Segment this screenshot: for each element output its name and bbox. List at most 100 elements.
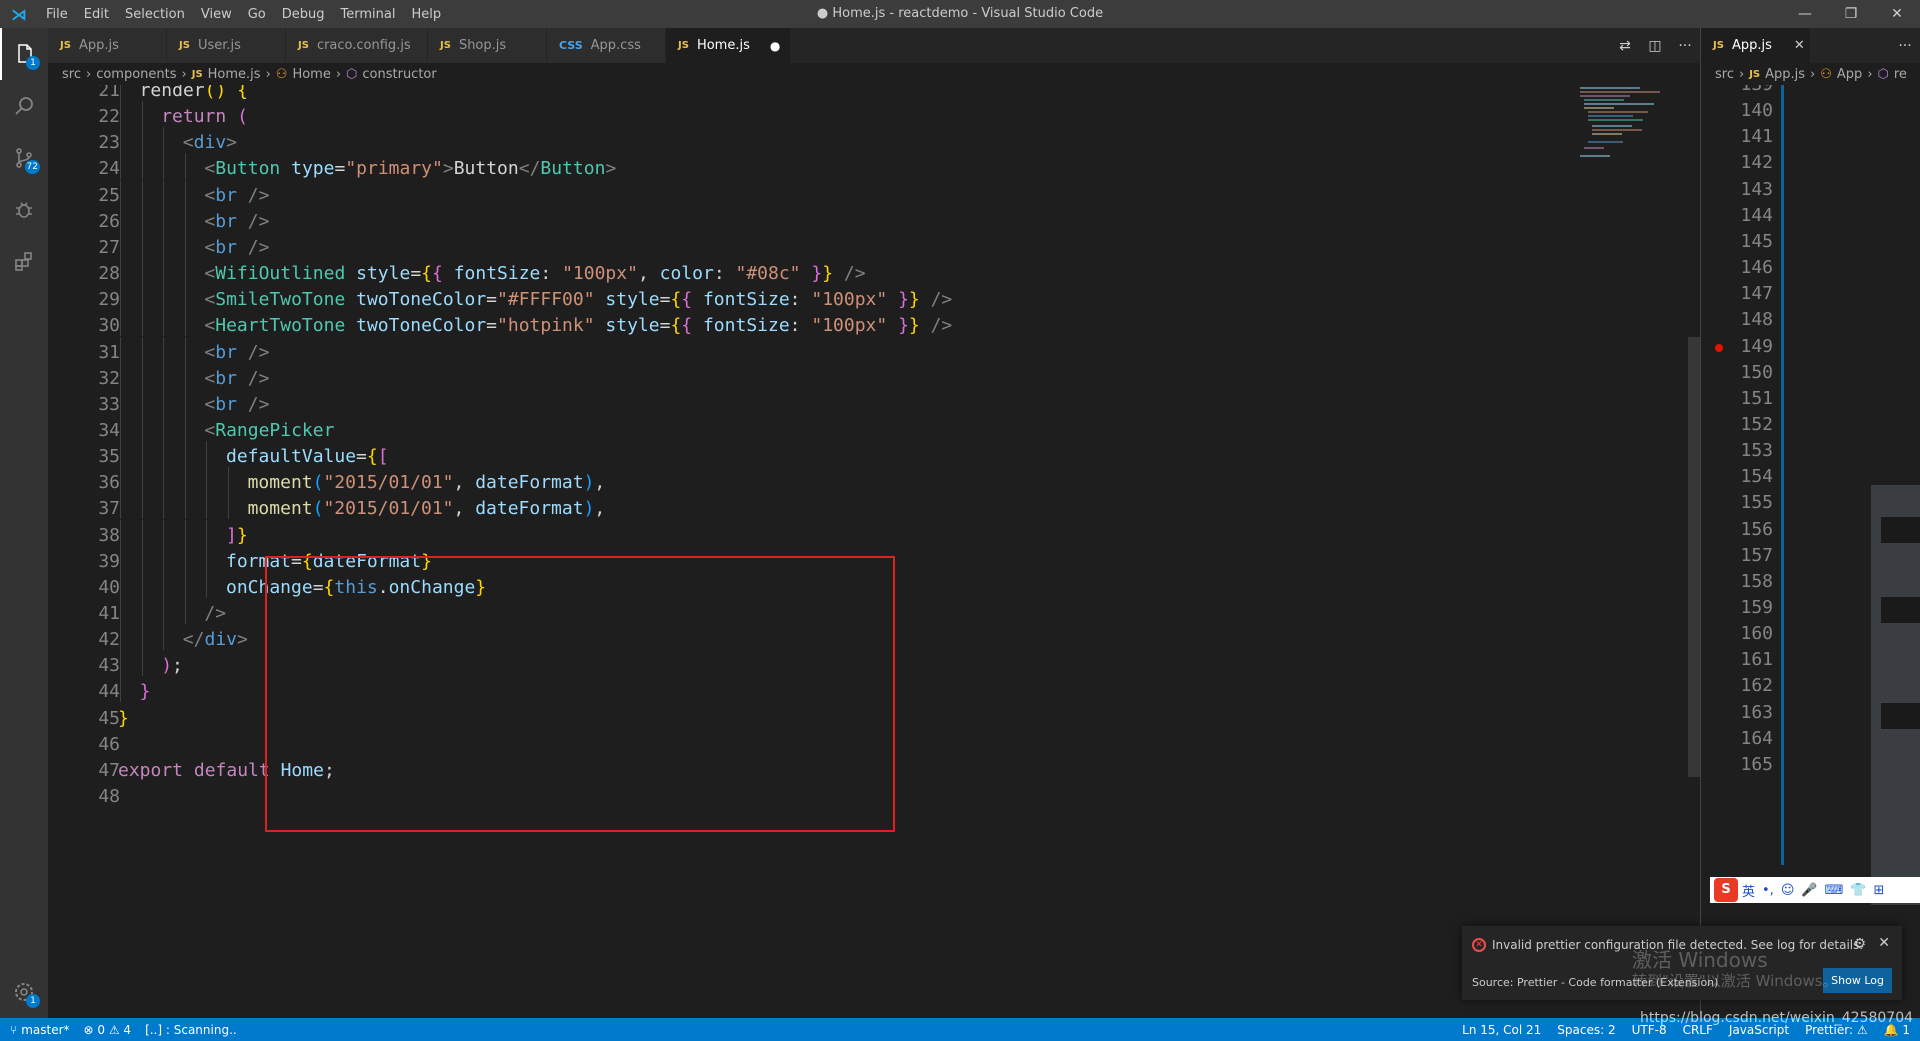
search-icon[interactable] [0,80,48,132]
emoji-icon[interactable]: ☺ [1781,883,1795,898]
minimap[interactable] [1578,85,1688,1018]
tab-shop-js[interactable]: JS Shop.js [428,28,547,63]
menu-go[interactable]: Go [240,7,274,22]
menu-terminal[interactable]: Terminal [333,7,404,22]
menu-debug[interactable]: Debug [274,7,333,22]
code-token: export [118,759,184,781]
tab-home-js[interactable]: JS Home.js ● [666,28,791,63]
code-token: ) [583,472,595,494]
indent-guide [141,336,143,363]
indent-guide [163,336,165,363]
menu-file[interactable]: File [38,7,76,22]
code-token: { [670,289,682,311]
breadcrumb-item[interactable]: Home.js [208,67,261,82]
code-token: br [215,367,237,389]
cursor-position[interactable]: Ln 15, Col 21 [1462,1023,1541,1037]
split-editor-icon[interactable]: ◫ [1640,38,1670,54]
code-token: /> [247,184,270,206]
explorer-icon[interactable]: 1 [0,28,48,80]
code-token: { [301,550,313,572]
minimap-block [1881,703,1920,729]
restore-icon[interactable]: ❐ [1828,0,1874,28]
breakpoint-icon[interactable] [1715,343,1723,352]
tab-user-js[interactable]: JS User.js [167,28,286,63]
breadcrumb-item[interactable]: Home [292,67,330,82]
code-token: : [789,315,812,337]
indent-guide [120,362,121,389]
punctuation-icon[interactable]: •, [1762,883,1774,898]
indent-guide [141,545,143,572]
minimize-icon[interactable]: — [1782,0,1828,28]
breadcrumb-item[interactable]: App.js [1765,67,1805,82]
indent-guide [120,258,121,285]
menu-selection[interactable]: Selection [117,7,193,22]
microphone-icon[interactable]: 🎤 [1801,883,1817,898]
code-token: = [410,263,422,285]
code-token: } [139,681,151,703]
more-actions-icon[interactable]: ··· [1890,38,1920,54]
code-token: style [356,263,411,285]
code-token: twoToneColor [356,315,487,337]
code-editor[interactable]: 21 render() {22 return (23 <div> 24 <Button t… [48,85,1700,1018]
unsaved-dot-icon[interactable]: ● [770,39,780,53]
git-branch[interactable]: master* [21,1023,69,1037]
ime-mode-toggle[interactable]: 英 [1742,881,1755,900]
tab-app-js-group-2[interactable]: JS App.js ✕ [1701,28,1811,63]
code-line[interactable]: 48 [48,781,1648,813]
gear-icon[interactable]: ⚙ [1853,936,1866,952]
breadcrumb-item[interactable]: constructor [362,67,436,82]
open-changes-icon[interactable]: ⇄ [1610,38,1640,54]
close-icon[interactable]: ✕ [1874,0,1920,28]
indent-guide [141,101,143,128]
chevron-right-icon: › [85,66,92,82]
tab-app-css[interactable]: CSS App.css [547,28,666,63]
code-token: "100px" [811,289,888,311]
menu-view[interactable]: View [193,7,240,22]
code-token: < [204,393,216,415]
source-control-icon[interactable]: 72 [0,132,48,184]
tab-craco-config-js[interactable]: JS craco.config.js [286,28,428,63]
debug-icon[interactable] [0,184,48,236]
keyboard-icon[interactable]: ⌨ [1825,883,1844,898]
more-actions-icon[interactable]: ··· [1670,38,1700,54]
extensions-icon[interactable] [0,236,48,288]
tab-app-js[interactable]: JS App.js [48,28,167,63]
toolbox-icon[interactable]: ⊞ [1874,883,1885,898]
code-token: ; [323,759,335,781]
code-token: div [193,132,227,154]
breadcrumb-item[interactable]: components [96,67,176,82]
windows-activation-watermark: 激活 Windows [1632,948,1768,972]
close-icon[interactable]: ✕ [1794,38,1805,53]
breadcrumb-item[interactable]: App [1837,67,1862,82]
breadcrumb-item[interactable]: re [1894,67,1907,82]
close-icon[interactable]: ✕ [1878,935,1890,951]
code-token: </ [182,629,205,651]
code-token: "2015/01/01" [323,472,454,494]
code-token: { [323,576,335,598]
code-token: /> [247,393,270,415]
indent-guide [141,284,143,311]
task-status[interactable]: [..] : Scanning.. [145,1023,237,1037]
js-file-icon: JS [1713,40,1724,51]
minimap-group-2[interactable] [1801,85,1920,905]
settings-gear-icon[interactable]: 1 [0,966,48,1018]
indent-guide [141,467,143,494]
indentation[interactable]: Spaces: 2 [1557,1023,1615,1037]
code-token: < [204,263,216,285]
code-token: ( [312,498,324,520]
sogou-logo-icon[interactable]: S [1714,878,1738,902]
skin-icon[interactable]: 👕 [1850,883,1866,898]
vscode-logo-icon: ⋊ [11,4,27,24]
problems-indicator[interactable]: ⊗ 0 ⚠ 4 [84,1023,132,1037]
breadcrumb-item[interactable]: src [62,67,81,82]
breadcrumb-item[interactable]: src [1715,67,1734,82]
breadcrumb: src › components › JS Home.js › ⚇ Home › ⬡ c… [48,63,1700,85]
menu-help[interactable]: Help [403,7,449,22]
code-token: ) [583,498,595,520]
menu-edit[interactable]: Edit [76,7,117,22]
